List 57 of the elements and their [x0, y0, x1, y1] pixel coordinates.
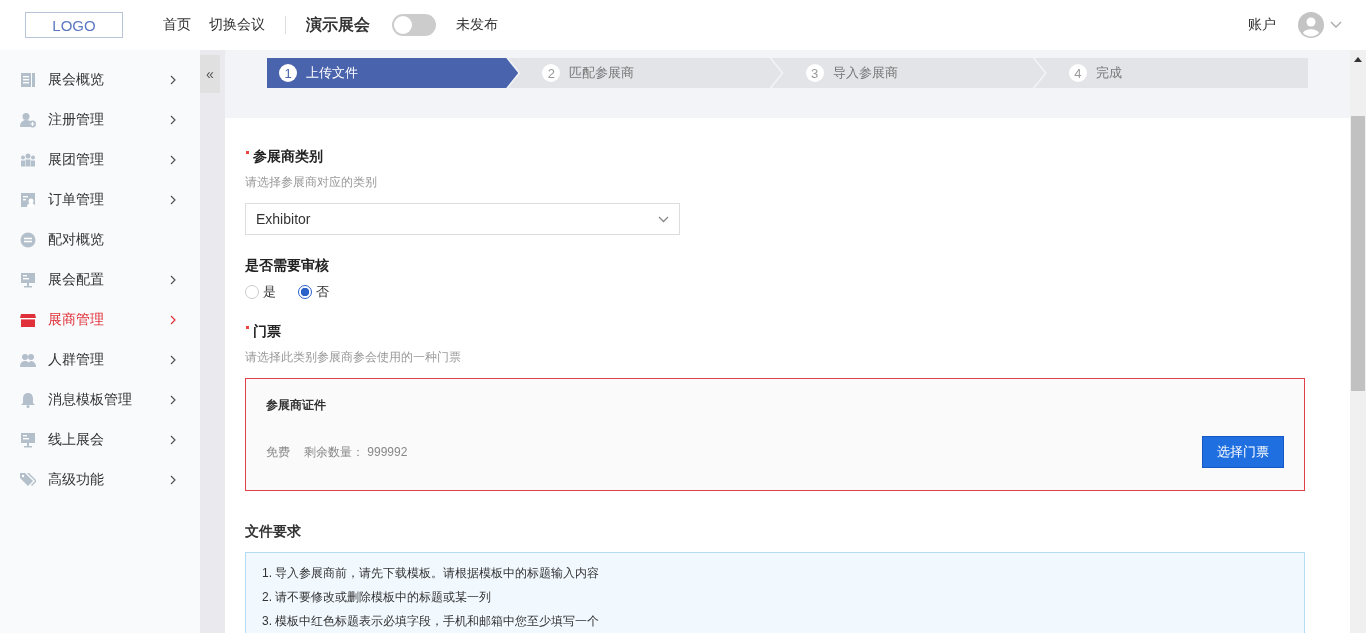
logo[interactable]: LOGO	[25, 12, 123, 38]
sidebar-item[interactable]: 订单管理	[0, 180, 200, 220]
radio-option[interactable]: 否	[298, 283, 329, 301]
nav-link[interactable]: 首页	[163, 16, 191, 34]
monitor-icon	[20, 432, 36, 448]
ticket-title: 参展商证件	[266, 397, 327, 414]
user-add-icon	[20, 112, 36, 128]
group-icon	[20, 152, 36, 168]
swap-icon	[20, 232, 36, 248]
step-tab[interactable]: 1 上传文件	[267, 58, 519, 88]
section-title: 文件要求	[245, 523, 302, 541]
people-icon	[20, 352, 36, 368]
requirement-text: 2. 请不要修改或删除模板中的标题或某一列	[262, 589, 493, 606]
sidebar-item[interactable]: 人群管理	[0, 340, 200, 380]
sidebar-item[interactable]: 展会概览	[0, 60, 200, 100]
step-tab[interactable]: 3 导入参展商	[771, 58, 1045, 88]
sidebar-item[interactable]: 消息模板管理	[0, 380, 200, 420]
caret-icon	[658, 215, 669, 223]
ticket-price: 免费	[266, 443, 290, 461]
publish-toggle[interactable]	[392, 14, 436, 36]
field-label: 是否需要审核	[245, 257, 329, 275]
publish-status: 未发布	[456, 16, 498, 34]
scroll-thumb[interactable]	[1351, 116, 1365, 391]
avatar-icon[interactable]	[1298, 12, 1324, 38]
requirement-text: 3. 模板中红色标题表示必填字段，手机和邮箱中您至少填写一个	[262, 613, 601, 630]
field-hint: 请选择参展商对应的类别	[245, 174, 378, 191]
radio-circle[interactable]	[298, 285, 312, 299]
sidebar-item[interactable]: 展会配置	[0, 260, 200, 300]
tag-icon	[20, 472, 36, 488]
ticket-remaining: 剩余数量： 999992	[304, 443, 408, 461]
step-tab[interactable]: 4 完成	[1034, 58, 1308, 88]
scrollbar[interactable]	[1350, 50, 1366, 633]
monitor-icon	[20, 272, 36, 288]
caret-icon[interactable]	[1330, 21, 1342, 29]
order-icon	[20, 192, 36, 208]
sidebar-item[interactable]: 线上展会	[0, 420, 200, 460]
scroll-up-icon[interactable]	[1354, 57, 1362, 62]
requirement-text: 1. 导入参展商前，请先下载模板。请根据模板中的标题输入内容	[262, 565, 601, 582]
account-link[interactable]: 账户	[1248, 16, 1276, 34]
step-tab[interactable]: 2 匹配参展商	[508, 58, 782, 88]
radio-option[interactable]: 是	[245, 283, 276, 301]
sidebar-item[interactable]: 高级功能	[0, 460, 200, 500]
sidebar-item[interactable]: 展团管理	[0, 140, 200, 180]
field-label: 参展商类别	[253, 148, 323, 166]
bell-icon	[20, 392, 36, 408]
field-hint: 请选择此类别参展商参会使用的一种门票	[245, 349, 462, 366]
category-select[interactable]: Exhibitor	[245, 203, 680, 235]
select-ticket-button[interactable]: 选择门票	[1202, 436, 1284, 468]
sidebar-item[interactable]: 注册管理	[0, 100, 200, 140]
nav-link[interactable]: 切换会议	[209, 16, 265, 34]
sidebar-item[interactable]: 配对概览	[0, 220, 200, 260]
document-icon	[20, 72, 36, 88]
field-label: 门票	[253, 323, 281, 341]
sidebar-item[interactable]: 展商管理	[0, 300, 200, 340]
event-title: 演示展会	[306, 14, 370, 35]
collapse-button[interactable]: «	[200, 55, 220, 93]
store-icon	[20, 312, 36, 328]
